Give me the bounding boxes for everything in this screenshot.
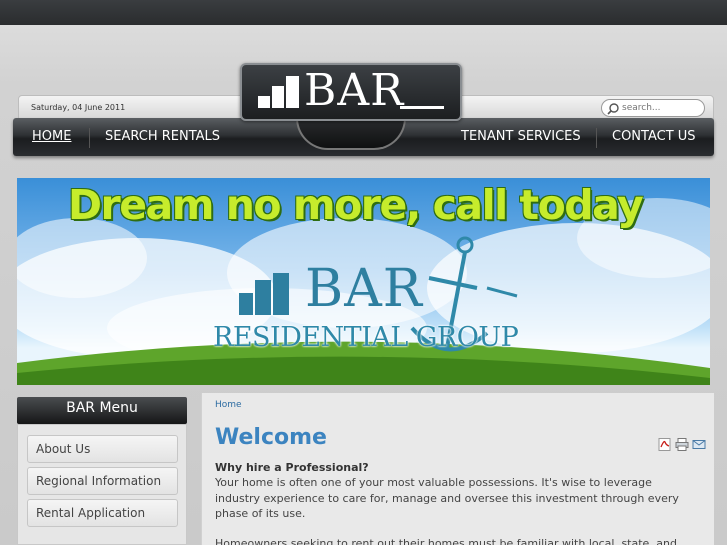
sidebar-menu-title: BAR Menu (66, 400, 138, 416)
nav-divider (596, 128, 597, 148)
page-title: Welcome (215, 425, 327, 450)
nav-tenant-services[interactable]: TENANT SERVICES (461, 129, 581, 144)
print-icon[interactable] (675, 436, 689, 451)
logo-tab (296, 118, 406, 150)
banner-headline: Dream no more, call today (68, 181, 644, 229)
sidebar-item-regional-information[interactable]: Regional Information (27, 467, 178, 495)
banner-brand: BAR (305, 259, 423, 319)
breadcrumb[interactable]: Home (215, 400, 242, 410)
nav-home[interactable]: HOME (32, 129, 71, 144)
nav-contact-us[interactable]: CONTACT US (612, 129, 696, 144)
intro-paragraph: Your home is often one of your most valu… (215, 476, 679, 520)
search-box[interactable] (601, 99, 705, 117)
logo-underline (400, 106, 444, 109)
nav-divider (89, 128, 90, 148)
sidebar-item-rental-application[interactable]: Rental Application (27, 499, 178, 527)
logo-text: BAR (304, 65, 405, 116)
nav-search-rentals[interactable]: SEARCH RENTALS (105, 129, 220, 144)
logo-mark-icon (258, 76, 299, 108)
sidebar-item-about-us[interactable]: About Us (27, 435, 178, 463)
body-paragraph: Homeowners seeking to rent out their hom… (215, 537, 678, 545)
browser-top-bar (0, 0, 727, 25)
pdf-icon[interactable] (658, 436, 672, 451)
banner-brand-subtitle: RESIDENTIAL GROUP (213, 322, 519, 353)
search-icon (606, 101, 620, 115)
section-subheading: Why hire a Professional? (215, 461, 369, 474)
article-tools (658, 436, 706, 451)
current-date: Saturday, 04 June 2011 (31, 103, 126, 112)
search-input[interactable] (622, 103, 702, 113)
email-icon[interactable] (692, 436, 706, 449)
